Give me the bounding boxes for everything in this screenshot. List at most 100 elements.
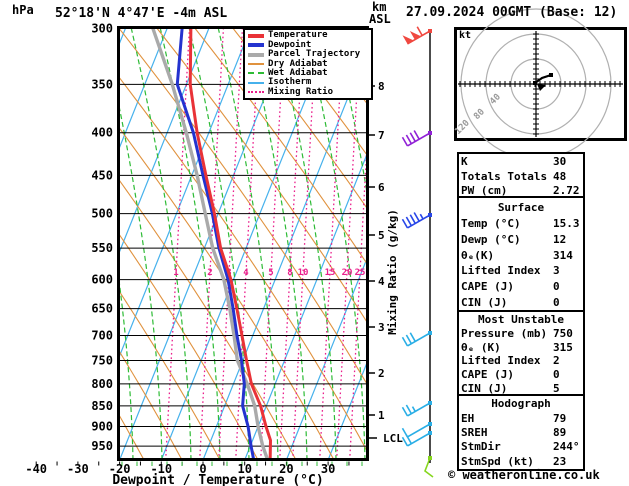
wet-adiabat-line	[0, 27, 46, 460]
wind-barb	[401, 431, 432, 447]
km-tick-label: 5	[378, 229, 385, 242]
pressure-tick-label: 750	[91, 353, 113, 367]
stats-label: StmDir	[461, 440, 501, 454]
pressure-tick-label: 650	[91, 302, 113, 316]
wet-adiabat-line	[392, 27, 452, 460]
stats-row: Dewp (°C) 12	[461, 233, 581, 246]
stats-label: θₑ (K)	[461, 340, 501, 354]
hodograph-trace-point	[533, 81, 537, 85]
stats-value: 314	[553, 248, 573, 262]
stats-row: EH 79	[461, 412, 581, 425]
km-tick-label: 2	[378, 367, 385, 380]
x-tick-label: -30	[67, 462, 89, 476]
stats-value: 89	[553, 425, 567, 439]
stats-label: Lifted Index	[461, 264, 541, 278]
legend-sample-thin	[248, 63, 264, 65]
stats-label: Totals Totals	[461, 169, 548, 183]
pressure-tick-label: 400	[91, 126, 113, 140]
pressure-tick-label: 800	[91, 377, 113, 391]
copyright: © weatheronline.co.uk	[448, 468, 600, 482]
stats-label: StmSpd (kt)	[461, 454, 534, 468]
mixing-ratio-line	[165, 27, 191, 460]
mixing-ratio-label: 1	[173, 268, 178, 278]
stats-row: StmDir 244°	[461, 440, 581, 453]
stats-value: 244°	[553, 440, 580, 454]
wet-adiabat-line	[15, 27, 75, 460]
stats-value: 79	[553, 411, 567, 425]
km-tick-label: 4	[378, 275, 385, 288]
stats-row: Pressure (mb) 750	[461, 327, 581, 340]
wind-barb	[401, 331, 432, 347]
km-tick-label: 6	[378, 181, 385, 194]
legend-item: Mixing Ratio	[248, 86, 371, 97]
mixing-ratio-label: 10	[298, 268, 309, 278]
km-tick-label: 1	[378, 409, 385, 422]
wind-barb	[424, 456, 434, 478]
isotherm-line	[0, 27, 84, 460]
stats-value: 750	[553, 326, 573, 340]
stats-value: 30	[553, 155, 567, 169]
station-coordinates-title: 52°18'N 4°47'E -4m ASL	[55, 6, 228, 21]
stats-label: Lifted Index	[461, 354, 541, 368]
stats-table-title: Surface	[497, 200, 545, 214]
stats-label: K	[461, 155, 468, 169]
stats-row: StmSpd (kt) 23	[461, 455, 581, 468]
hodograph-trace-point	[549, 73, 553, 77]
mixing-ratio-label: 15	[325, 268, 336, 278]
stats-label: θₑ(K)	[461, 248, 495, 262]
altitude-axis-unit-asl: ASL	[369, 12, 391, 26]
legend-label: Mixing Ratio	[268, 86, 334, 97]
stats-label: CAPE (J)	[461, 368, 514, 382]
stats-row: CAPE (J) 0	[461, 368, 581, 381]
stats-value: 2.72	[553, 183, 580, 197]
stats-row: CAPE (J) 0	[461, 280, 581, 293]
legend-sample-thick	[248, 33, 264, 38]
legend-sample-dotted	[248, 91, 264, 94]
wind-barb	[401, 401, 432, 417]
stats-row: CIN (J) 0	[461, 296, 581, 309]
legend-label: Parcel Trajectory	[268, 49, 361, 60]
stats-row: Temp (°C) 15.3	[461, 217, 581, 230]
stats-value: 0	[553, 280, 560, 294]
stats-value: 12	[553, 232, 567, 246]
stats-row: Lifted Index 2	[461, 354, 581, 367]
skewt-sounding-page: 300 350 400 450 500 550 600 650 700 750 800 850 900 9…	[0, 0, 629, 486]
x-tick-label: -40	[25, 462, 47, 476]
mixing-ratio-axis-title: Mixing Ratio (g/kg)	[386, 209, 399, 335]
stats-row: Totals Totals 48	[461, 170, 581, 183]
stats-label: Temp (°C)	[461, 216, 521, 230]
stats-row: PW (cm) 2.72	[461, 184, 581, 197]
stats-label: EH	[461, 411, 475, 425]
lcl-label: LCL	[383, 432, 403, 445]
pressure-tick-label: 950	[91, 439, 113, 453]
stats-label: PW (cm)	[461, 183, 508, 197]
pressure-tick-label: 700	[91, 328, 113, 342]
legend-label: Isotherm	[268, 77, 312, 88]
legend: Temperature Dewpoint Parcel Trajectory Dry …	[243, 28, 373, 100]
dry-adiabat-line	[0, 27, 68, 460]
pressure-tick-label: 350	[91, 77, 113, 91]
km-tick-label: 7	[378, 129, 385, 142]
isotherm-line	[0, 27, 43, 460]
km-tick-label: 3	[378, 321, 385, 334]
mixing-ratio-label: 20	[342, 268, 353, 278]
km-tick-label: 8	[378, 80, 385, 93]
stats-label: SREH	[461, 425, 488, 439]
run-datetime: 27.09.2024 00GMT (Base: 12)	[406, 5, 618, 20]
stats-row: θₑ (K) 315	[461, 341, 581, 354]
stats-row: θₑ(K) 314	[461, 249, 581, 262]
mixing-ratio-label: 4	[243, 268, 249, 278]
stats-row: K 30	[461, 155, 581, 168]
stats-table-title: Most Unstable	[477, 312, 565, 326]
wind-barb	[401, 130, 432, 147]
x-axis-title: Dewpoint / Temperature (°C)	[112, 473, 323, 486]
isotherm-line	[0, 27, 1, 460]
pressure-tick-label: 550	[91, 241, 113, 255]
pressure-tick-label: 500	[91, 207, 113, 221]
stats-table: K 30 Totals Totals 48 PW (cm) 2.72	[457, 152, 585, 200]
legend-sample-thin	[248, 81, 264, 84]
stats-value: 2	[553, 354, 560, 368]
wind-barb	[402, 26, 432, 45]
legend-item: Parcel Trajectory	[248, 50, 371, 59]
mixing-ratio-label: 8	[287, 268, 292, 278]
